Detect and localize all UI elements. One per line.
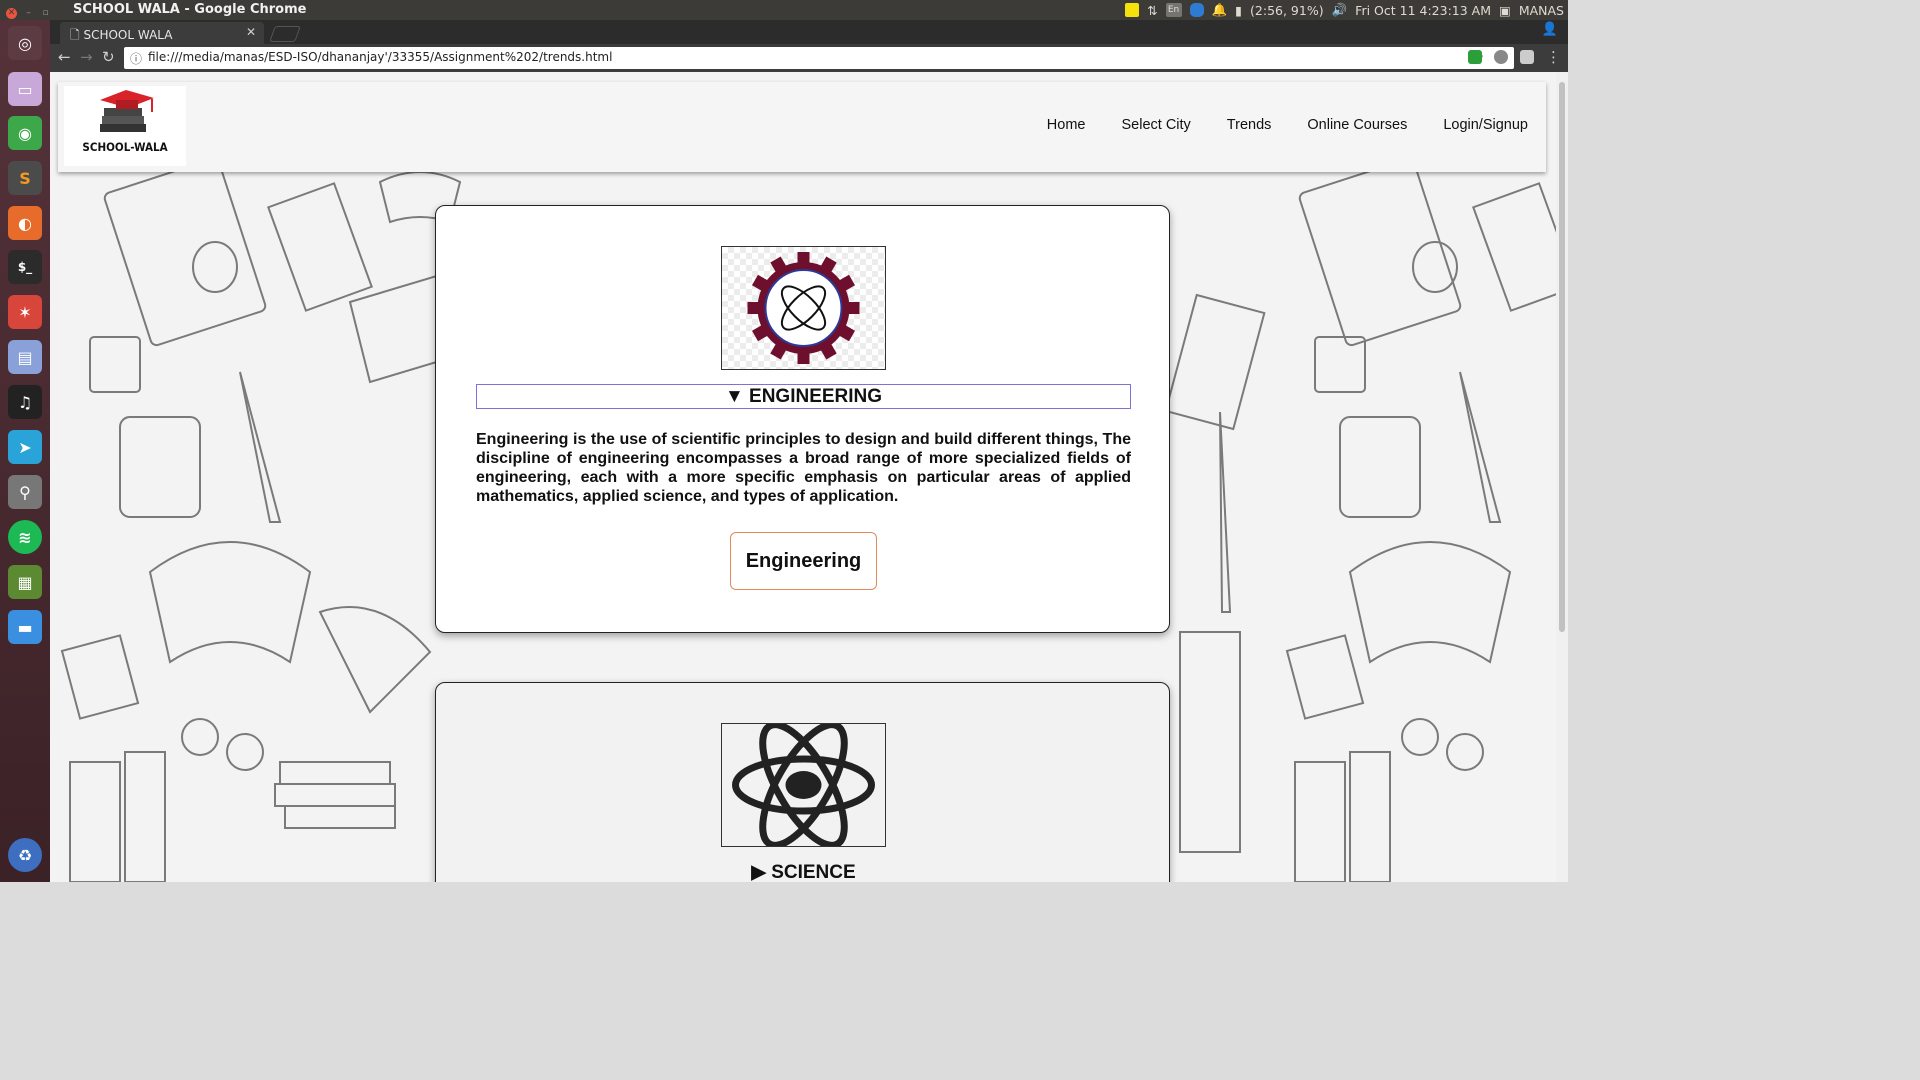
url-text[interactable]: file:///media/manas/ESD-ISO/dhananjay'/3… bbox=[148, 50, 612, 64]
battery-status[interactable]: (2:56, 91%) bbox=[1250, 3, 1324, 18]
info-icon[interactable]: ⓘ bbox=[130, 50, 142, 67]
extension-icon[interactable] bbox=[1494, 50, 1508, 64]
minecraft-icon[interactable]: ▦ bbox=[8, 565, 42, 599]
notes-indicator-icon[interactable] bbox=[1125, 3, 1140, 17]
clock[interactable]: Fri Oct 11 4:23:13 AM bbox=[1355, 3, 1491, 18]
science-image bbox=[721, 721, 886, 849]
software-center-icon[interactable]: ✶ bbox=[8, 295, 42, 329]
notification-bell-icon[interactable]: 🔔 bbox=[1212, 2, 1228, 18]
window-title: SCHOOL WALA - Google Chrome bbox=[73, 2, 307, 17]
sublime-text-icon[interactable]: S bbox=[8, 161, 42, 195]
logo-text: SCHOOL-WALA bbox=[82, 140, 168, 154]
engineering-image bbox=[721, 246, 886, 370]
graduation-cap-books-icon bbox=[100, 90, 154, 132]
reload-icon[interactable]: ↻ bbox=[102, 48, 115, 66]
page-viewport: SCHOOL-WALA Home Select City Trends Onli… bbox=[50, 72, 1568, 882]
trash-icon[interactable]: ♻ bbox=[8, 838, 42, 872]
tab-close-icon[interactable]: ✕ bbox=[246, 25, 256, 39]
network-icon[interactable]: ⇅ bbox=[1147, 3, 1157, 18]
address-bar[interactable]: ⓘ file:///media/manas/ESD-ISO/dhananjay'… bbox=[124, 47, 1514, 69]
folder-icon[interactable]: ▬ bbox=[8, 610, 42, 644]
nav-select-city[interactable]: Select City bbox=[1121, 117, 1190, 133]
unity-launcher: ◎ ▭ ◉ S ◐ $_ ✶ ▤ ♫ ➤ ⚲ ≋ ▦ ▬ ♻ bbox=[0, 20, 50, 882]
spotify-icon[interactable]: ≋ bbox=[8, 520, 42, 554]
atom-icon bbox=[732, 721, 875, 849]
site-navbar: SCHOOL-WALA Home Select City Trends Onli… bbox=[58, 82, 1546, 172]
usb-drive-icon[interactable]: ⚲ bbox=[8, 475, 42, 509]
volume-icon[interactable]: 🔊 bbox=[1332, 2, 1348, 18]
terminal-icon[interactable]: $_ bbox=[8, 250, 42, 284]
new-tab-button[interactable] bbox=[269, 26, 301, 42]
page-scrollbar[interactable] bbox=[1556, 72, 1568, 882]
engineering-summary-toggle[interactable]: ▼ ENGINEERING bbox=[476, 384, 1131, 409]
firefox-icon[interactable]: ◐ bbox=[8, 206, 42, 240]
nav-login-signup[interactable]: Login/Signup bbox=[1443, 117, 1528, 133]
nav-links: Home Select City Trends Online Courses L… bbox=[1047, 117, 1528, 133]
files-icon[interactable]: ▭ bbox=[8, 72, 42, 106]
engineering-card: ▼ ENGINEERING Engineering is the use of … bbox=[435, 205, 1170, 633]
window-minimize-button[interactable]: – bbox=[23, 8, 34, 19]
user-menu-icon[interactable]: ▣ bbox=[1499, 3, 1511, 18]
keyboard-layout-indicator[interactable]: En bbox=[1165, 3, 1182, 17]
science-summary-toggle[interactable]: ▶ SCIENCE bbox=[476, 861, 1131, 882]
telegram-icon[interactable]: ➤ bbox=[8, 430, 42, 464]
user-name[interactable]: MANAS bbox=[1519, 3, 1564, 18]
battery-icon[interactable]: ▮ bbox=[1235, 3, 1242, 18]
download-extension-icon[interactable] bbox=[1468, 50, 1482, 64]
window-close-button[interactable]: ✕ bbox=[6, 8, 17, 19]
forward-arrow-icon[interactable]: → bbox=[80, 48, 93, 66]
engineering-gear-icon bbox=[747, 252, 860, 364]
chrome-icon[interactable]: ◉ bbox=[8, 116, 42, 150]
profile-icon[interactable]: 👤 bbox=[1542, 22, 1558, 37]
window-maximize-button[interactable]: ▫ bbox=[40, 8, 51, 19]
menu-dots-icon[interactable]: ⋮ bbox=[1546, 48, 1561, 66]
science-card: ▶ SCIENCE bbox=[435, 682, 1170, 882]
engineering-button[interactable]: Engineering bbox=[730, 532, 877, 590]
bluetooth-icon[interactable] bbox=[1189, 3, 1204, 17]
back-arrow-icon[interactable]: ← bbox=[58, 48, 71, 66]
text-editor-icon[interactable]: ▤ bbox=[8, 340, 42, 374]
os-top-bar: ✕ – ▫ SCHOOL WALA - Google Chrome ⇅ En 🔔 ▮… bbox=[0, 0, 1568, 20]
nav-trends[interactable]: Trends bbox=[1227, 117, 1272, 133]
site-logo[interactable]: SCHOOL-WALA bbox=[64, 86, 186, 166]
page-icon: 🗋 bbox=[70, 28, 84, 42]
scrollbar-thumb[interactable] bbox=[1559, 82, 1565, 632]
engineering-description: Engineering is the use of scientific pri… bbox=[476, 431, 1131, 505]
nav-online-courses[interactable]: Online Courses bbox=[1307, 117, 1407, 133]
nav-home[interactable]: Home bbox=[1047, 117, 1086, 133]
system-tray: ⇅ En 🔔 ▮ (2:56, 91%) 🔊 Fri Oct 11 4:23:1… bbox=[1125, 2, 1568, 18]
browser-tab[interactable]: 🗋 SCHOOL WALA ✕ bbox=[60, 22, 264, 44]
music-player-icon[interactable]: ♫ bbox=[8, 385, 42, 419]
browser-tab-bar: 🗋 SCHOOL WALA ✕ 👤 bbox=[50, 20, 1568, 44]
browser-toolbar: ← → ↻ ⓘ file:///media/manas/ESD-ISO/dhan… bbox=[50, 44, 1568, 72]
window-controls: ✕ – ▫ bbox=[6, 4, 57, 19]
tab-title: SCHOOL WALA bbox=[83, 28, 173, 42]
shield-extension-icon[interactable] bbox=[1520, 50, 1534, 64]
ubuntu-dash-icon[interactable]: ◎ bbox=[8, 26, 42, 60]
